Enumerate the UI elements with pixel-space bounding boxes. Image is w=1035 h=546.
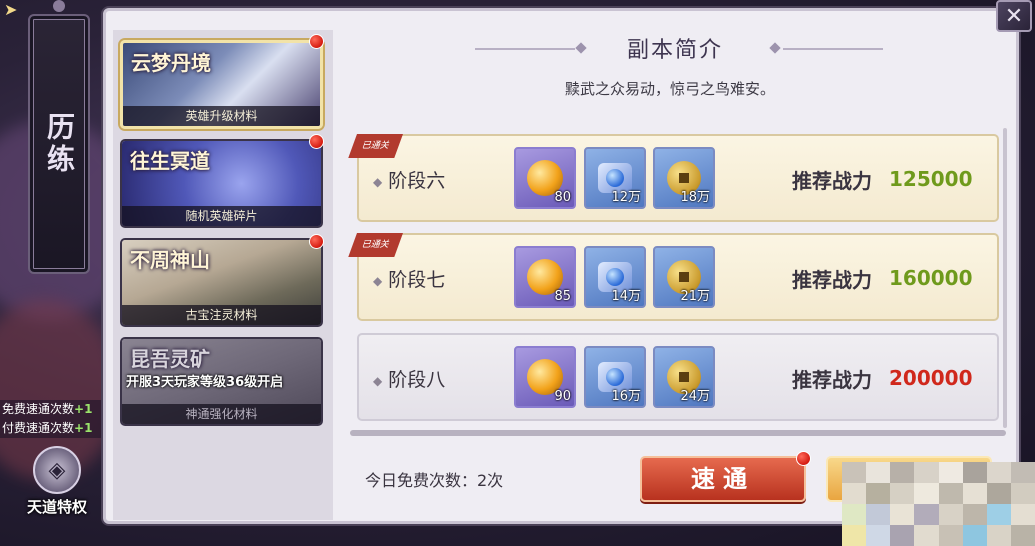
reward-count: 90 (554, 389, 571, 404)
reward-slot[interactable]: 90 (514, 346, 576, 408)
dungeon-name: 不周神山 (130, 248, 210, 272)
stage-row: ◆ 阶段八 90 16万 24万 推荐战力 200000 (357, 333, 999, 421)
privilege-label: 天道特权 (26, 498, 87, 516)
recommended-power-value: 160000 (889, 266, 973, 290)
bullet-icon: ◆ (373, 374, 383, 388)
recommended-power-label: 推荐战力 (792, 268, 872, 292)
reward-slot[interactable]: 12万 (584, 147, 646, 209)
notification-dot (309, 134, 324, 149)
header-divider-left (475, 48, 575, 50)
reward-slot[interactable]: 24万 (653, 346, 715, 408)
dungeon-name: 昆吾灵矿 (130, 347, 210, 371)
reward-count: 16万 (611, 389, 641, 404)
dungeon-card-wangsheng[interactable]: 往生冥道 随机英雄碎片 (120, 139, 323, 228)
reward-slot[interactable]: 85 (514, 246, 576, 308)
dungeon-card-yunmeng[interactable]: 云梦丹境 英雄升级材料 (120, 40, 323, 129)
privilege-button[interactable]: ◈ 天道特权 (14, 446, 100, 522)
dungeon-description: 黩武之众易动，惊弓之鸟难安。 (564, 80, 775, 98)
close-icon: ✕ (1004, 3, 1024, 29)
stage-name-text: 阶段六 (388, 170, 446, 192)
free-attempts-text: 今日免费次数：2次 (365, 471, 504, 490)
reward-count: 80 (554, 190, 571, 205)
banner-knob (53, 0, 65, 12)
notification-dot (309, 234, 324, 249)
recommended-power-label: 推荐战力 (792, 169, 872, 193)
recommended-power-label: 推荐战力 (792, 368, 872, 392)
notification-dot (796, 451, 811, 466)
free-sweep-label: 免费速通次数 (2, 402, 75, 416)
reward-slot[interactable]: 16万 (584, 346, 646, 408)
section-title: 副本简介 (626, 38, 723, 63)
dungeon-card-buzhou[interactable]: 不周神山 古宝注灵材料 (120, 238, 323, 327)
reward-slot[interactable]: 14万 (584, 246, 646, 308)
reward-slot[interactable]: 80 (514, 147, 576, 209)
dungeon-name: 云梦丹境 (131, 51, 211, 75)
dungeon-card-kunwu[interactable]: 昆吾灵矿 开服3天玩家等级36级开启 神通强化材料 (120, 337, 323, 426)
bullet-icon: ◆ (373, 175, 383, 189)
dungeon-subtitle: 英雄升级材料 (123, 106, 320, 126)
close-button[interactable]: ✕ (996, 0, 1032, 32)
stage-row: 已通关 ◆ 阶段六 80 12万 18万 推荐战力 125000 (348, 134, 999, 222)
recommended-power-value: 200000 (889, 366, 973, 390)
dungeon-subtitle: 随机英雄碎片 (122, 206, 321, 226)
reward-count: 85 (554, 289, 571, 304)
reward-slot[interactable]: 21万 (653, 246, 715, 308)
stage-name-text: 阶段七 (388, 269, 446, 291)
banner-title: 历练 (43, 112, 76, 176)
free-sweep-info: 免费速通次数+1 (0, 400, 112, 419)
stage-name-text: 阶段八 (388, 369, 446, 391)
stage-name: ◆ 阶段六 (373, 166, 445, 193)
stage-name: ◆ 阶段八 (373, 365, 445, 392)
pixelated-overlay (842, 462, 1035, 546)
top-arrow-icon: ➤ (4, 0, 18, 19)
reward-count: 21万 (680, 289, 710, 304)
dungeon-name: 往生冥道 (130, 149, 210, 173)
sweep-button[interactable]: 速通 (640, 456, 806, 502)
reward-slot[interactable]: 18万 (653, 147, 715, 209)
dungeon-subtitle: 古宝注灵材料 (122, 305, 321, 325)
stage-name: ◆ 阶段七 (373, 265, 445, 292)
list-bottom-edge (350, 430, 1006, 436)
reward-count: 12万 (611, 190, 641, 205)
reward-count: 18万 (680, 190, 710, 205)
notification-dot (309, 34, 324, 49)
cleared-badge: 已通关 (348, 134, 403, 158)
paid-sweep-info: 付费速通次数+1 (0, 419, 112, 438)
bullet-icon: ◆ (373, 274, 383, 288)
cleared-badge: 已通关 (348, 233, 403, 257)
header-divider-right (783, 48, 883, 50)
stage-row: 已通关 ◆ 阶段七 85 14万 21万 推荐战力 160000 (348, 233, 999, 321)
recommended-power-value: 125000 (889, 167, 973, 191)
paid-sweep-label: 付费速通次数 (2, 421, 75, 435)
privilege-emblem-icon: ◈ (33, 446, 81, 494)
sweep-bonus-info: 免费速通次数+1 付费速通次数+1 (0, 400, 112, 438)
unlock-condition: 开服3天玩家等级36级开启 (126, 375, 284, 390)
mode-banner: 历练 (28, 14, 90, 274)
dungeon-subtitle: 神通强化材料 (122, 404, 321, 424)
paid-sweep-bonus: +1 (74, 421, 93, 435)
free-sweep-bonus: +1 (74, 402, 93, 416)
reward-count: 24万 (680, 389, 710, 404)
stage-list-scrollbar[interactable] (1003, 128, 1007, 428)
reward-count: 14万 (611, 289, 641, 304)
